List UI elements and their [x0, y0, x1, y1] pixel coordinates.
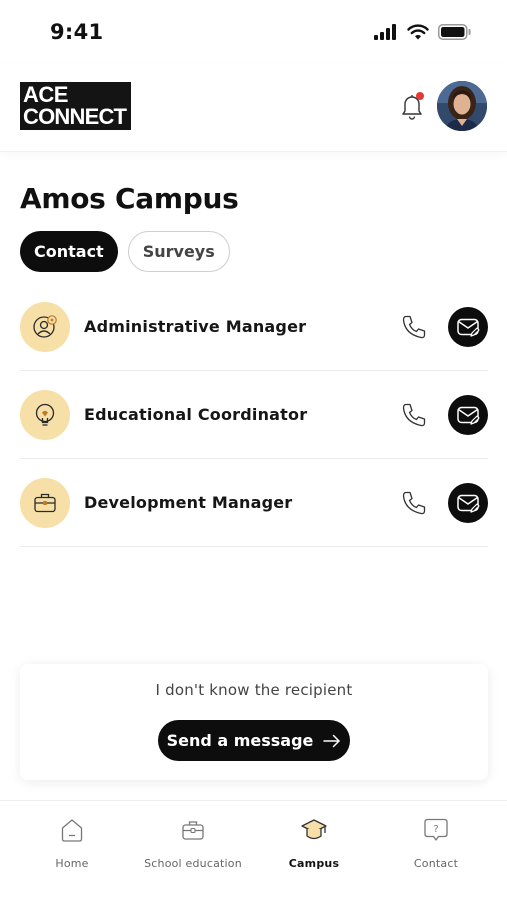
avatar-portrait: [437, 81, 487, 131]
message-button[interactable]: [448, 307, 488, 347]
call-button[interactable]: [400, 313, 428, 341]
admin-person-icon: [33, 315, 57, 338]
notification-bell-button[interactable]: [397, 91, 427, 121]
mail-edit-icon: [457, 406, 480, 425]
cellular-signal-icon: [374, 24, 396, 40]
bottom-navigation: Home School education Campus ? Contact: [0, 800, 507, 900]
status-time: 9:41: [50, 20, 104, 44]
contact-row[interactable]: Administrative Manager: [20, 283, 488, 371]
tab-bar: Contact Surveys: [20, 231, 230, 272]
graduation-cap-icon: [301, 819, 327, 840]
tab-contact[interactable]: Contact: [20, 231, 118, 272]
logo-line-2: CONNECT: [23, 104, 127, 129]
user-avatar[interactable]: [437, 81, 487, 131]
nav-label-contact: Contact: [413, 857, 459, 870]
nav-label-school-education: School education: [144, 857, 242, 870]
phone-icon: [402, 315, 426, 339]
unknown-recipient-card: I don't know the recipient Send a messag…: [20, 664, 488, 780]
unknown-recipient-text: I don't know the recipient: [155, 681, 353, 699]
nav-item-contact[interactable]: ? Contact: [376, 815, 496, 870]
svg-text:?: ?: [433, 824, 438, 835]
call-button[interactable]: [400, 489, 428, 517]
nav-item-campus[interactable]: Campus: [254, 815, 374, 870]
wifi-icon: [407, 24, 429, 40]
contact-list: Administrative Manager Educational Coord…: [20, 283, 488, 547]
notification-badge: [416, 92, 424, 100]
contact-name: Development Manager: [84, 493, 293, 512]
nav-item-home[interactable]: Home: [12, 815, 132, 870]
lightbulb-icon: [35, 403, 55, 426]
battery-icon: [438, 24, 471, 40]
app-header: ACE CONNECT: [0, 64, 507, 152]
send-message-label: Send a message: [166, 731, 314, 750]
tab-surveys[interactable]: Surveys: [127, 231, 230, 272]
page-title: Amos Campus: [20, 182, 239, 215]
briefcase-icon: [34, 493, 56, 513]
briefcase-icon: [182, 821, 204, 840]
nav-item-school-education[interactable]: School education: [133, 815, 253, 870]
contact-avatar: [20, 302, 70, 352]
ace-connect-logo[interactable]: ACE CONNECT: [20, 82, 131, 130]
message-button[interactable]: [448, 395, 488, 435]
logo-line-1: ACE: [23, 82, 68, 107]
phone-icon: [402, 403, 426, 427]
message-button[interactable]: [448, 483, 488, 523]
send-message-button[interactable]: Send a message: [158, 720, 350, 761]
home-icon: [61, 819, 83, 842]
mail-edit-icon: [457, 318, 480, 337]
contact-name: Administrative Manager: [84, 317, 307, 336]
call-button[interactable]: [400, 401, 428, 429]
status-icons: [374, 24, 471, 40]
contact-avatar: [20, 390, 70, 440]
contact-row[interactable]: Development Manager: [20, 459, 488, 547]
question-bubble-icon: ?: [424, 818, 448, 841]
contact-avatar: [20, 478, 70, 528]
phone-icon: [402, 491, 426, 515]
contact-name: Educational Coordinator: [84, 405, 308, 424]
contact-row[interactable]: Educational Coordinator: [20, 371, 488, 459]
arrow-right-icon: [323, 734, 341, 747]
nav-label-home: Home: [55, 857, 89, 870]
status-bar: 9:41: [0, 0, 507, 64]
nav-label-campus: Campus: [288, 857, 340, 870]
mail-edit-icon: [457, 494, 480, 513]
